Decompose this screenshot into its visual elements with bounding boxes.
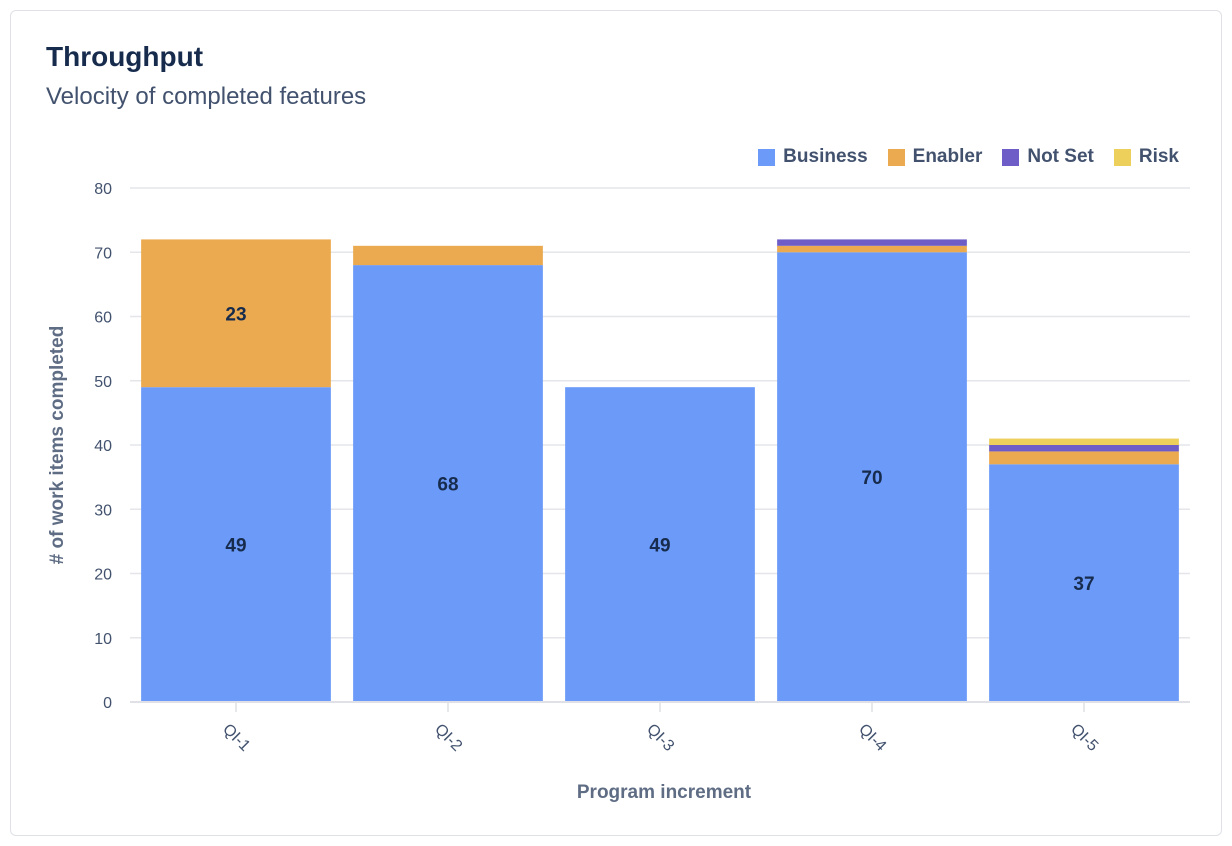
x-tick-label: QI-5 <box>1067 721 1101 755</box>
y-tick-label: 30 <box>94 502 112 519</box>
x-tick-label: QI-4 <box>855 721 889 755</box>
x-tick-label: QI-3 <box>643 721 677 755</box>
y-tick-label: 60 <box>94 310 112 327</box>
data-label: 49 <box>649 536 670 557</box>
data-label: 49 <box>225 536 246 557</box>
y-tick-label: 10 <box>94 631 112 648</box>
y-tick-label: 0 <box>103 695 112 712</box>
bar-segment-enabler[interactable] <box>989 451 1179 465</box>
x-tick-label: QI-1 <box>219 721 253 755</box>
bar-segment-enabler[interactable] <box>353 245 543 266</box>
y-tick-label: 70 <box>94 245 112 262</box>
x-tick-label: QI-2 <box>431 721 465 755</box>
data-label: 70 <box>861 468 882 489</box>
stacked-bar-chart: 49 23 68 49 70 37 0 10 20 30 40 50 60 70 80 QI-1 QI-2 QI… <box>47 181 1190 803</box>
bar-segment-risk[interactable] <box>989 438 1179 445</box>
bars <box>141 239 1179 702</box>
bar-segment-not-set[interactable] <box>989 445 1179 452</box>
data-label: 37 <box>1073 574 1094 595</box>
x-axis-title: Program increment <box>577 782 752 803</box>
data-label: 68 <box>437 475 458 496</box>
y-tick-label: 20 <box>94 567 112 584</box>
data-label: 23 <box>225 304 246 325</box>
y-tick-label: 40 <box>94 438 112 455</box>
y-axis-title: # of work items completed <box>47 326 68 565</box>
y-tick-label: 80 <box>94 181 112 198</box>
y-tick-label: 50 <box>94 374 112 391</box>
bar-segment-enabler[interactable] <box>777 245 967 253</box>
bar-segment-not-set[interactable] <box>777 239 967 246</box>
